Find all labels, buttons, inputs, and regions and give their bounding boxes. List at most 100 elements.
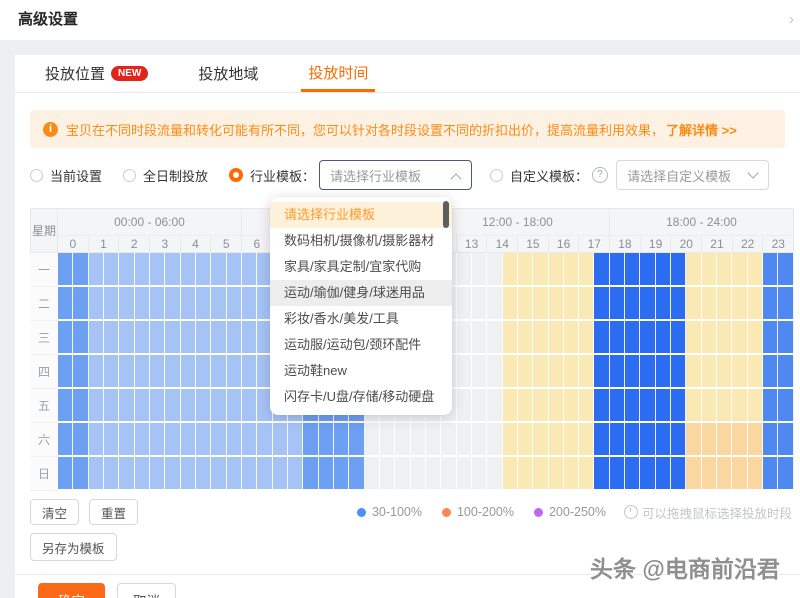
schedule-cell[interactable] (149, 355, 166, 389)
schedule-cell[interactable] (778, 253, 794, 287)
schedule-cell[interactable] (625, 253, 641, 287)
schedule-cell[interactable] (655, 389, 672, 423)
schedule-cell[interactable] (134, 423, 150, 457)
schedule-cell[interactable] (195, 423, 212, 457)
schedule-cell[interactable] (149, 253, 166, 287)
schedule-cell[interactable] (579, 423, 595, 457)
schedule-cell[interactable] (671, 457, 687, 491)
schedule-cell[interactable] (226, 287, 242, 321)
schedule-cell[interactable] (778, 287, 794, 321)
schedule-cell[interactable] (701, 423, 718, 457)
tab-placement[interactable]: 投放位置 NEW (38, 55, 155, 92)
schedule-cell[interactable] (471, 321, 488, 355)
schedule-cell[interactable] (58, 287, 74, 321)
schedule-cell[interactable] (732, 253, 748, 287)
schedule-cell[interactable] (364, 423, 380, 457)
schedule-cell[interactable] (655, 287, 672, 321)
schedule-cell[interactable] (548, 423, 564, 457)
schedule-cell[interactable] (487, 321, 503, 355)
schedule-cell[interactable] (609, 423, 626, 457)
dropdown-option[interactable]: 数码相机/摄像机/摄影器材 (270, 228, 452, 254)
schedule-cell[interactable] (563, 321, 580, 355)
schedule-cell[interactable] (517, 389, 534, 423)
schedule-cell[interactable] (73, 321, 89, 355)
schedule-cell[interactable] (517, 287, 534, 321)
schedule-cell[interactable] (701, 321, 718, 355)
schedule-cell[interactable] (778, 355, 794, 389)
schedule-cell[interactable] (180, 389, 196, 423)
schedule-cell[interactable] (211, 287, 227, 321)
radio-custom-template[interactable] (490, 168, 504, 182)
schedule-cell[interactable] (58, 423, 74, 457)
schedule-cell[interactable] (180, 321, 196, 355)
schedule-cell[interactable] (211, 355, 227, 389)
schedule-cell[interactable] (579, 355, 595, 389)
chevron-right-icon[interactable]: › (789, 11, 794, 28)
schedule-cell[interactable] (180, 253, 196, 287)
schedule-cell[interactable] (747, 423, 764, 457)
schedule-cell[interactable] (717, 253, 733, 287)
schedule-cell[interactable] (456, 355, 472, 389)
schedule-cell[interactable] (533, 355, 549, 389)
schedule-cell[interactable] (671, 423, 687, 457)
schedule-cell[interactable] (701, 287, 718, 321)
schedule-cell[interactable] (73, 355, 89, 389)
schedule-cell[interactable] (149, 321, 166, 355)
schedule-cell[interactable] (119, 321, 135, 355)
schedule-cell[interactable] (563, 355, 580, 389)
schedule-cell[interactable] (579, 287, 595, 321)
schedule-cell[interactable] (103, 423, 120, 457)
schedule-cell[interactable] (533, 457, 549, 491)
schedule-cell[interactable] (487, 355, 503, 389)
dropdown-option[interactable]: 运动服/运动包/颈环配件 (270, 332, 452, 358)
schedule-cell[interactable] (487, 457, 503, 491)
schedule-cell[interactable] (717, 423, 733, 457)
schedule-cell[interactable] (533, 287, 549, 321)
schedule-cell[interactable] (149, 457, 166, 491)
schedule-cell[interactable] (134, 457, 150, 491)
schedule-cell[interactable] (747, 287, 764, 321)
schedule-cell[interactable] (165, 457, 181, 491)
schedule-cell[interactable] (502, 321, 518, 355)
schedule-cell[interactable] (655, 423, 672, 457)
schedule-cell[interactable] (717, 389, 733, 423)
schedule-cell[interactable] (257, 457, 273, 491)
schedule-cell[interactable] (272, 457, 288, 491)
dropdown-option[interactable]: 请选择行业模板 (270, 202, 452, 228)
schedule-cell[interactable] (717, 355, 733, 389)
schedule-cell[interactable] (73, 287, 89, 321)
schedule-cell[interactable] (103, 355, 120, 389)
schedule-cell[interactable] (88, 287, 104, 321)
schedule-cell[interactable] (195, 355, 212, 389)
schedule-cell[interactable] (594, 389, 610, 423)
schedule-cell[interactable] (226, 389, 242, 423)
schedule-cell[interactable] (625, 457, 641, 491)
schedule-cell[interactable] (640, 321, 656, 355)
schedule-cell[interactable] (686, 389, 702, 423)
cancel-button[interactable]: 取消 (117, 583, 176, 598)
schedule-cell[interactable] (73, 423, 89, 457)
schedule-cell[interactable] (594, 423, 610, 457)
schedule-cell[interactable] (349, 457, 365, 491)
schedule-cell[interactable] (119, 423, 135, 457)
radio-industry-template[interactable] (229, 168, 244, 182)
schedule-cell[interactable] (58, 355, 74, 389)
dropdown-scrollbar[interactable] (443, 201, 449, 228)
schedule-cell[interactable] (195, 287, 212, 321)
schedule-cell[interactable] (73, 457, 89, 491)
schedule-cell[interactable] (640, 287, 656, 321)
schedule-cell[interactable] (134, 253, 150, 287)
schedule-cell[interactable] (763, 457, 779, 491)
schedule-cell[interactable] (763, 253, 779, 287)
schedule-cell[interactable] (471, 355, 488, 389)
schedule-cell[interactable] (456, 457, 472, 491)
schedule-cell[interactable] (563, 253, 580, 287)
schedule-cell[interactable] (211, 423, 227, 457)
schedule-cell[interactable] (747, 253, 764, 287)
clear-button[interactable]: 清空 (30, 499, 80, 525)
schedule-cell[interactable] (226, 423, 242, 457)
schedule-cell[interactable] (180, 457, 196, 491)
schedule-cell[interactable] (548, 321, 564, 355)
schedule-cell[interactable] (103, 321, 120, 355)
schedule-cell[interactable] (211, 253, 227, 287)
